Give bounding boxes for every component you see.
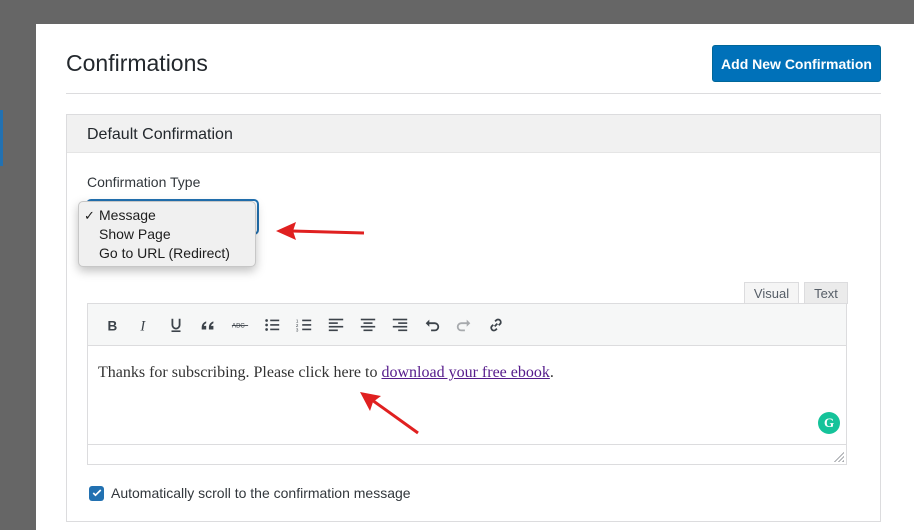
page-title: Confirmations [66, 50, 208, 76]
content-text: Thanks for subscribing. Please click her… [98, 364, 382, 381]
bulleted-list-button[interactable] [256, 311, 288, 339]
confirmation-type-dropdown[interactable]: ✓ Message Show Page Go to URL (Redirect) [78, 201, 256, 267]
italic-icon: I [139, 318, 146, 334]
editor-toolbar: B I ABC 123 [88, 304, 846, 346]
align-left-button[interactable] [320, 311, 352, 339]
editor-statusbar [88, 444, 846, 464]
underline-icon [171, 318, 181, 332]
underline-button[interactable] [160, 311, 192, 339]
numbered-list-button[interactable]: 123 [288, 311, 320, 339]
default-confirmation-box: Default Confirmation Confirmation Type ✓… [66, 114, 881, 522]
align-left-icon [328, 318, 344, 331]
strikethrough-button[interactable]: ABC [224, 311, 256, 339]
numbered-list-icon: 123 [296, 318, 312, 332]
title-divider [66, 93, 881, 94]
tab-text[interactable]: Text [804, 282, 848, 304]
checkmark-icon: ✓ [84, 208, 95, 223]
resize-handle-icon[interactable] [834, 452, 844, 462]
tab-visual[interactable]: Visual [744, 282, 799, 304]
bold-icon: B [108, 318, 118, 333]
confirmations-panel: Confirmations Add New Confirmation Defau… [36, 24, 914, 530]
strikethrough-icon: ABC [231, 322, 249, 329]
option-label: Go to URL (Redirect) [99, 245, 230, 261]
sidebar-accent [0, 110, 3, 166]
undo-button[interactable] [416, 311, 448, 339]
add-new-confirmation-button[interactable]: Add New Confirmation [712, 45, 881, 82]
content-end: . [549, 364, 554, 381]
align-right-icon [392, 318, 408, 331]
redo-button[interactable] [448, 311, 480, 339]
link-button[interactable] [480, 311, 512, 339]
link-icon [490, 318, 502, 331]
undo-icon [425, 319, 440, 331]
align-right-button[interactable] [384, 311, 416, 339]
svg-text:I: I [139, 318, 146, 334]
svg-text:B: B [108, 318, 118, 333]
auto-scroll-checkbox[interactable] [89, 485, 104, 501]
checkmark-icon [92, 489, 101, 497]
svg-text:3: 3 [296, 327, 299, 332]
option-message[interactable]: ✓ Message [79, 206, 255, 225]
bold-button[interactable]: B [96, 311, 128, 339]
option-label: Show Page [99, 226, 171, 242]
italic-button[interactable]: I [128, 311, 160, 339]
red-arrow-icon [360, 392, 419, 435]
confirmation-type-label: Confirmation Type [87, 174, 201, 190]
option-go-to-url[interactable]: Go to URL (Redirect) [79, 244, 255, 263]
box-header[interactable]: Default Confirmation [67, 115, 880, 153]
align-center-button[interactable] [352, 311, 384, 339]
option-show-page[interactable]: Show Page [79, 225, 255, 244]
svg-text:ABC: ABC [232, 322, 245, 329]
option-label: Message [99, 207, 156, 223]
align-center-icon [360, 318, 376, 331]
redo-icon [456, 319, 471, 331]
grammarly-icon[interactable]: G [818, 412, 840, 434]
editor-content[interactable]: Thanks for subscribing. Please click her… [88, 346, 846, 444]
auto-scroll-row: Automatically scroll to the confirmation… [89, 485, 411, 501]
red-arrow-icon [276, 222, 365, 240]
auto-scroll-label: Automatically scroll to the confirmation… [111, 485, 411, 501]
bulleted-list-icon [265, 318, 280, 331]
blockquote-button[interactable] [192, 311, 224, 339]
ebook-link[interactable]: download your free ebook [381, 364, 549, 381]
quote-icon [201, 320, 214, 329]
message-editor: B I ABC 123 Thanks for subscribing. Plea… [87, 303, 847, 465]
